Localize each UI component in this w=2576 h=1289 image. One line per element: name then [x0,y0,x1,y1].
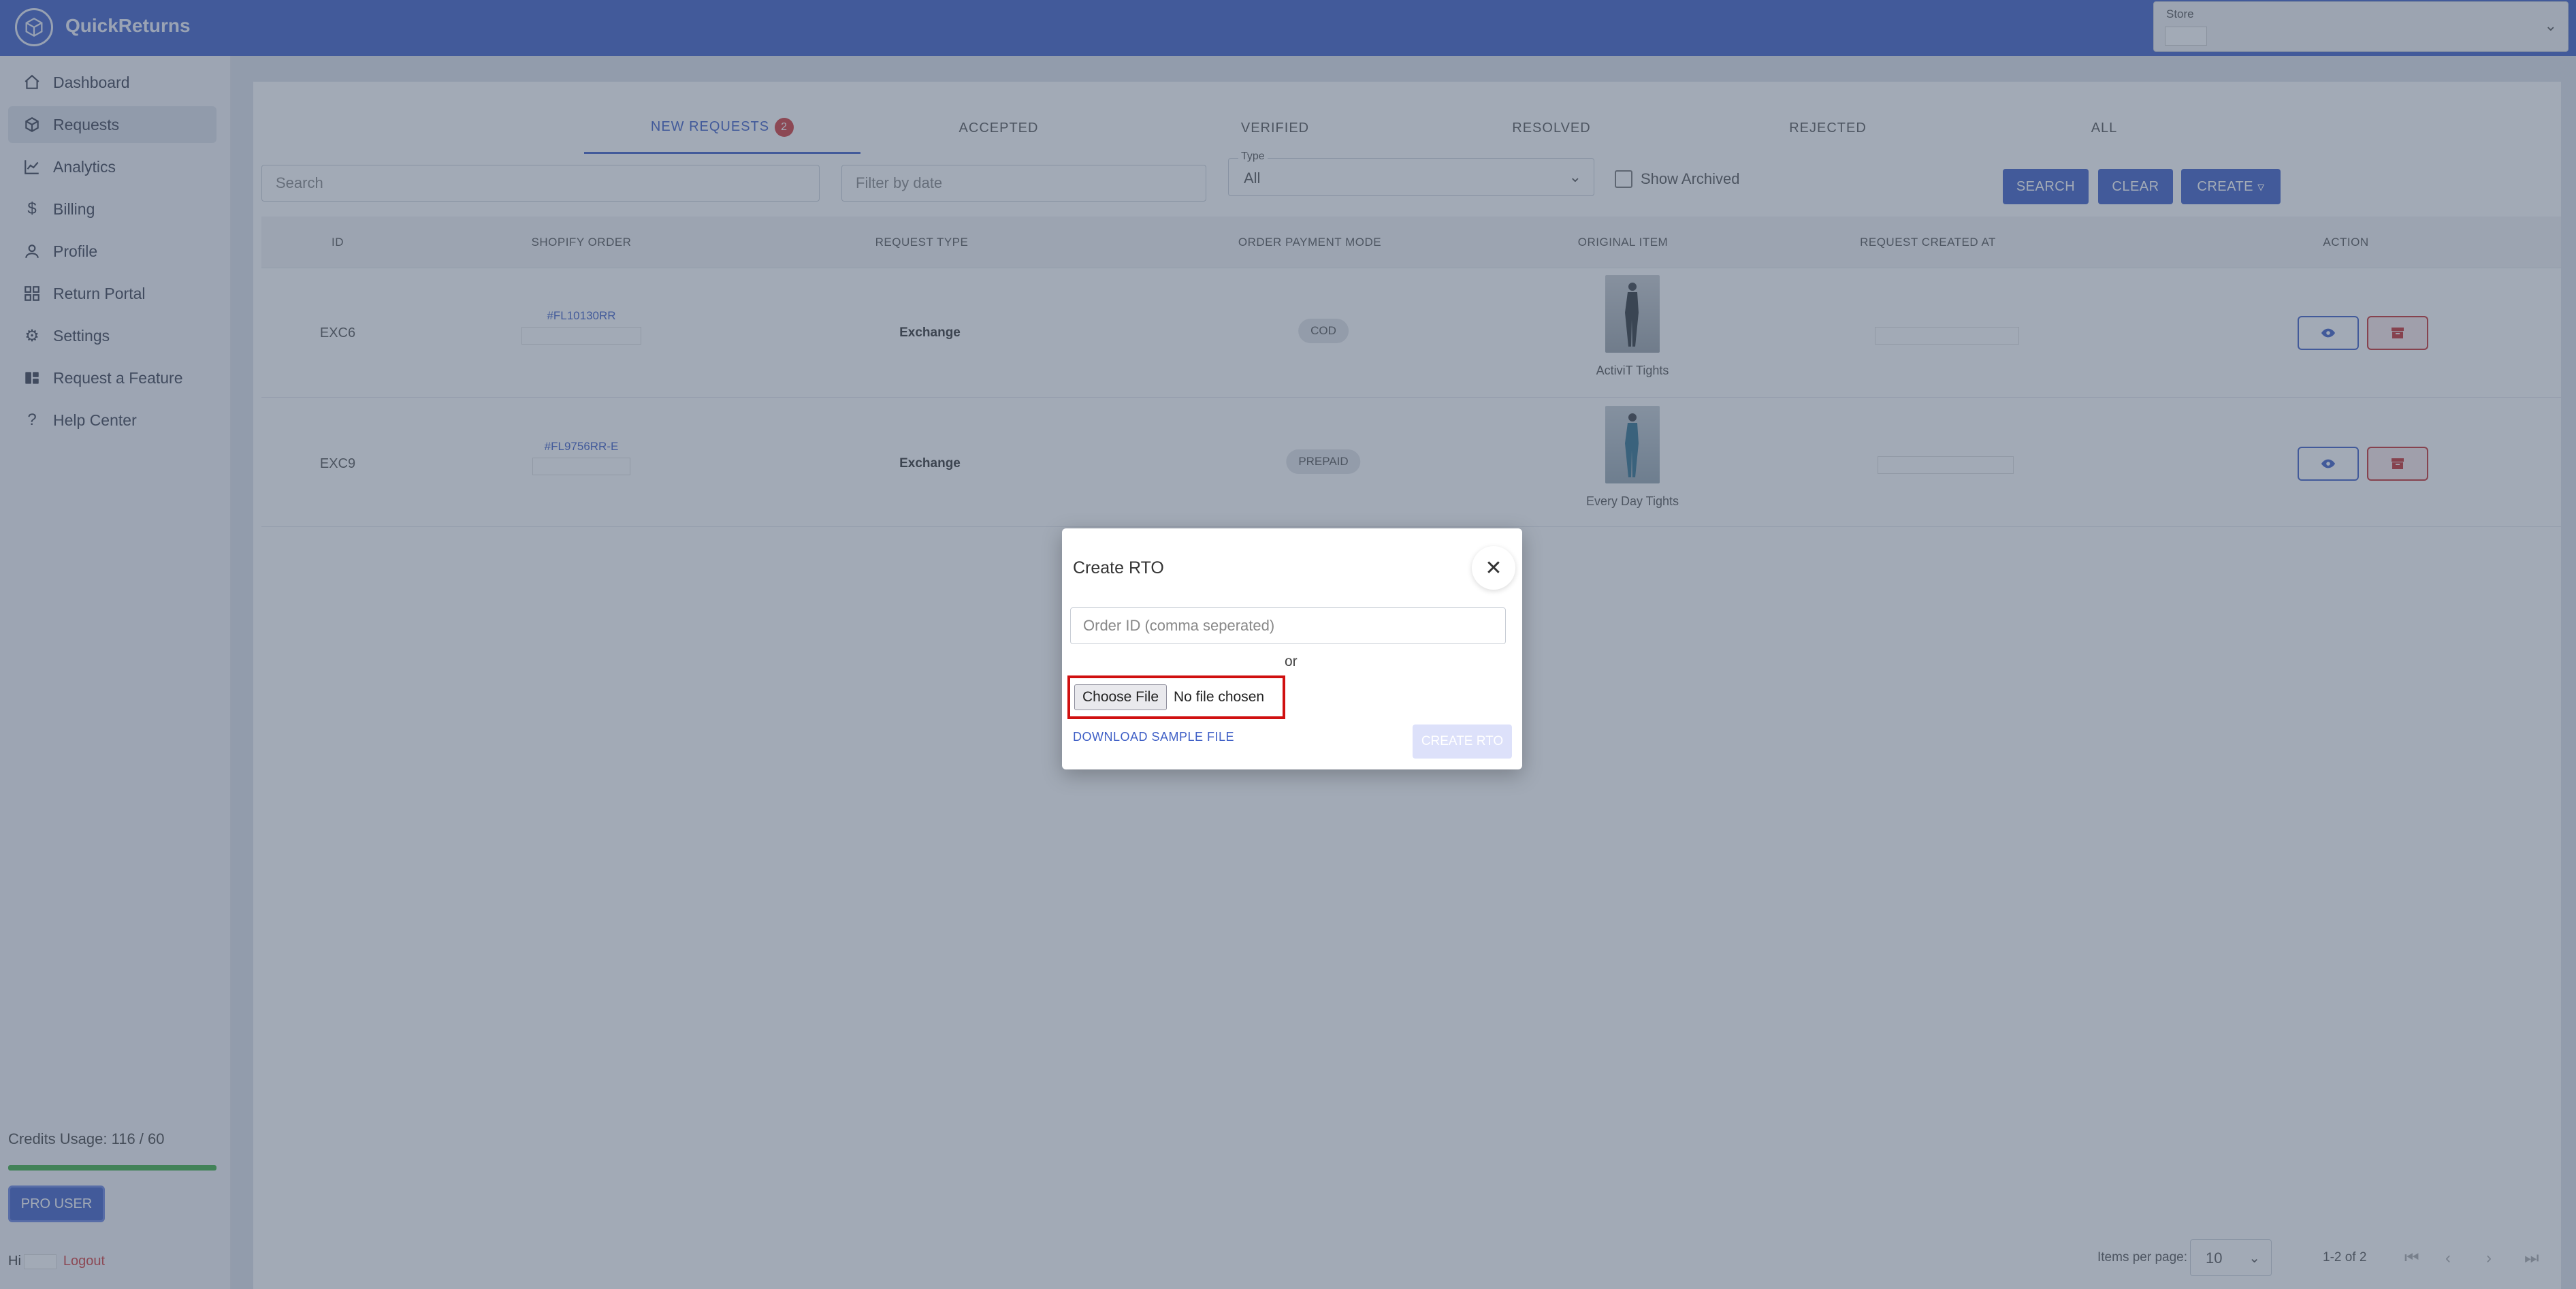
file-status: No file chosen [1174,689,1265,705]
create-rto-dialog: Create RTO ✕ Order ID (comma seperated) … [1062,528,1522,769]
order-id-input[interactable]: Order ID (comma seperated) [1070,607,1506,644]
create-rto-button[interactable]: CREATE RTO [1413,725,1512,759]
close-icon: ✕ [1485,556,1502,579]
file-input-highlight: Choose File No file chosen [1067,675,1285,719]
or-separator: or [1285,654,1298,669]
download-sample-link[interactable]: DOWNLOAD SAMPLE FILE [1073,730,1234,744]
dialog-title: Create RTO [1073,558,1164,577]
close-button[interactable]: ✕ [1472,546,1515,590]
choose-file-button[interactable]: Choose File [1074,684,1167,710]
